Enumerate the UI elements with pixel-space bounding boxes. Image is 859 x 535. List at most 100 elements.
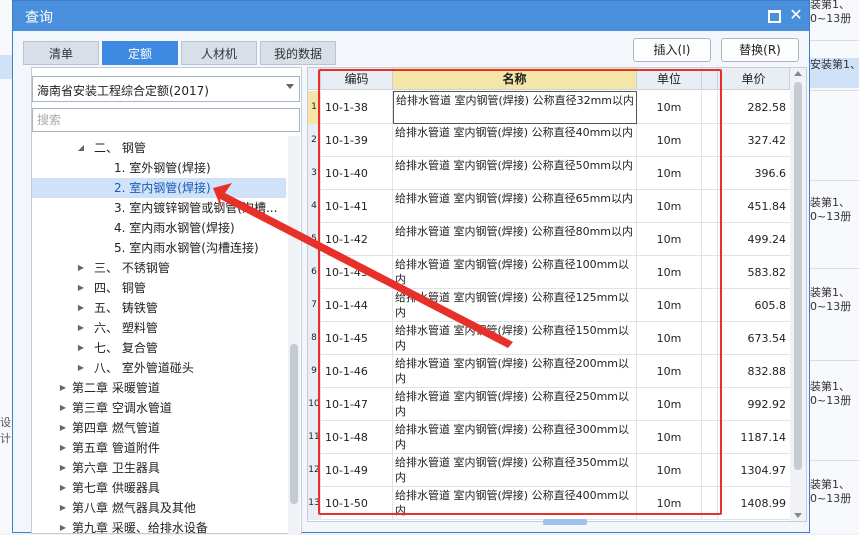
tree-node[interactable]: ▶ 第八章 燃气器具及其他: [32, 498, 286, 518]
grid-scrollbar[interactable]: [790, 68, 806, 521]
tree-node[interactable]: ▶ 三、 不锈钢管: [32, 258, 286, 278]
tree-node-label: 4. 室内雨水钢管(焊接): [114, 221, 235, 235]
tree-node-label: 三、 不锈钢管: [94, 261, 170, 275]
tree-node[interactable]: ▶ 四、 铜管: [32, 278, 286, 298]
collapse-arrow-icon[interactable]: ◢: [76, 138, 86, 158]
tree-node[interactable]: ◢ 二、 钢管: [32, 138, 286, 158]
expand-arrow-icon[interactable]: ▶: [58, 438, 68, 458]
close-icon[interactable]: ✕: [787, 5, 805, 25]
tree-scrollbar[interactable]: [288, 136, 300, 535]
tab-bill[interactable]: 清单: [23, 41, 99, 65]
row-gap: [702, 157, 718, 190]
replace-button[interactable]: 替换(R): [721, 38, 799, 62]
tree-node[interactable]: ▶ 第六章 卫生器具: [32, 458, 286, 478]
table-row[interactable]: 4 10-1-41 给排水管道 室内钢管(焊接) 公称直径65mm以内 10m 451.…: [308, 190, 790, 223]
table-row[interactable]: 8 10-1-45 给排水管道 室内钢管(焊接) 公称直径150mm以内 10m 673…: [308, 322, 790, 355]
tree-node-label: 四、 铜管: [94, 281, 146, 295]
table-row[interactable]: 13 10-1-50 给排水管道 室内钢管(焊接) 公称直径400mm以内 10m 14…: [308, 487, 790, 520]
background-row-line1: 装第1、: [810, 0, 850, 11]
row-gap: [702, 421, 718, 454]
table-row[interactable]: 12 10-1-49 给排水管道 室内钢管(焊接) 公称直径350mm以内 10m 13…: [308, 454, 790, 487]
grid-header-price[interactable]: 单价: [718, 68, 790, 90]
row-gap: [702, 190, 718, 223]
tab-my-data[interactable]: 我的数据: [260, 41, 336, 65]
background-row: 安装第1、: [810, 58, 859, 88]
tree-node[interactable]: 4. 室内雨水钢管(焊接): [32, 218, 286, 238]
row-gap: [702, 91, 718, 124]
tree-node[interactable]: ▶ 七、 复合管: [32, 338, 286, 358]
grid-header-code[interactable]: 编码: [321, 68, 393, 90]
table-row[interactable]: 6 10-1-43 给排水管道 室内钢管(焊接) 公称直径100mm以内 10m 583…: [308, 256, 790, 289]
expand-arrow-icon[interactable]: ▶: [58, 458, 68, 478]
tab-quota[interactable]: 定额: [102, 41, 178, 65]
expand-arrow-icon[interactable]: ▶: [76, 358, 86, 378]
tab-labor-material-machine[interactable]: 人材机: [181, 41, 257, 65]
row-name: 给排水管道 室内钢管(焊接) 公称直径400mm以内: [393, 487, 637, 520]
background-divider: [810, 90, 859, 91]
row-code: 10-1-40: [321, 157, 393, 190]
background-row: 装第1、 0~13册: [810, 0, 859, 28]
row-price: 1304.97: [740, 464, 787, 477]
table-row[interactable]: 3 10-1-40 给排水管道 室内钢管(焊接) 公称直径50mm以内 10m 396.…: [308, 157, 790, 190]
tree-node[interactable]: ▶ 五、 铸铁管: [32, 298, 286, 318]
library-select[interactable]: 海南省安装工程综合定额(2017): [32, 76, 300, 102]
expand-arrow-icon[interactable]: ▶: [76, 338, 86, 358]
background-selected-row: [0, 55, 12, 79]
expand-arrow-icon[interactable]: ▶: [58, 478, 68, 498]
tree-node[interactable]: 1. 室外钢管(焊接): [32, 158, 286, 178]
search-input[interactable]: [32, 108, 300, 132]
background-row-line1: 装第1、: [810, 196, 850, 209]
tree-node[interactable]: ▶ 八、 室外管道碰头: [32, 358, 286, 378]
insert-button[interactable]: 插入(I): [633, 38, 711, 62]
dialog-titlebar[interactable]: 查询 ✕: [13, 1, 809, 31]
tree-node[interactable]: ▶ 第九章 采暖、给排水设备: [32, 518, 286, 535]
table-row[interactable]: 9 10-1-46 给排水管道 室内钢管(焊接) 公称直径200mm以内 10m 832…: [308, 355, 790, 388]
expand-arrow-icon[interactable]: ▶: [58, 418, 68, 438]
table-row[interactable]: 1 10-1-38 给排水管道 室内钢管(焊接) 公称直径32mm以内 10m 282.…: [308, 91, 790, 124]
maximize-icon[interactable]: [765, 7, 781, 23]
scroll-down-icon[interactable]: [794, 513, 802, 518]
expand-arrow-icon[interactable]: ▶: [58, 518, 68, 535]
scroll-up-icon[interactable]: [794, 71, 802, 76]
splitter-handle[interactable]: [543, 519, 587, 525]
row-price: 1187.14: [740, 431, 787, 444]
tree-node[interactable]: 2. 室内钢管(焊接): [32, 178, 286, 198]
expand-arrow-icon[interactable]: ▶: [76, 278, 86, 298]
expand-arrow-icon[interactable]: ▶: [58, 398, 68, 418]
row-price: 673.54: [747, 332, 787, 345]
tree-node[interactable]: ▶ 第七章 供暖器具: [32, 478, 286, 498]
tree-scrollbar-thumb[interactable]: [290, 344, 298, 504]
quota-tree-panel: 海南省安装工程综合定额(2017) ◢ 二、 钢管 1. 室外钢管(焊接) 2. 室内…: [31, 67, 302, 535]
expand-arrow-icon[interactable]: ▶: [58, 378, 68, 398]
dialog-title: 查询: [25, 10, 53, 26]
chevron-down-icon: [286, 84, 294, 89]
tree-node[interactable]: ▶ 第四章 燃气管道: [32, 418, 286, 438]
tree-node[interactable]: ▶ 第二章 采暖管道: [32, 378, 286, 398]
background-row-line2: 0~13册: [810, 12, 852, 25]
row-unit: 10m: [637, 223, 702, 256]
table-row[interactable]: 7 10-1-44 给排水管道 室内钢管(焊接) 公称直径125mm以内 10m 605…: [308, 289, 790, 322]
expand-arrow-icon[interactable]: ▶: [76, 318, 86, 338]
grid-scrollbar-thumb[interactable]: [794, 82, 802, 470]
grid-header-unit[interactable]: 单位: [637, 68, 702, 90]
row-code: 10-1-48: [321, 421, 393, 454]
tree-node[interactable]: 3. 室内镀锌钢管或钢管(沟槽...: [32, 198, 286, 218]
row-code: 10-1-41: [321, 190, 393, 223]
row-index: 11: [308, 421, 321, 454]
expand-arrow-icon[interactable]: ▶: [76, 298, 86, 318]
grid-header-gap: [702, 68, 718, 90]
row-price: 1408.99: [740, 497, 787, 510]
tree-node[interactable]: ▶ 六、 塑料管: [32, 318, 286, 338]
table-row[interactable]: 10 10-1-47 给排水管道 室内钢管(焊接) 公称直径250mm以内 10m 99…: [308, 388, 790, 421]
table-row[interactable]: 11 10-1-48 给排水管道 室内钢管(焊接) 公称直径300mm以内 10m 11…: [308, 421, 790, 454]
table-row[interactable]: 5 10-1-42 给排水管道 室内钢管(焊接) 公称直径80mm以内 10m 499.…: [308, 223, 790, 256]
expand-arrow-icon[interactable]: ▶: [58, 498, 68, 518]
row-price: 832.88: [747, 365, 787, 378]
grid-header-name[interactable]: 名称: [393, 68, 637, 90]
table-row[interactable]: 2 10-1-39 给排水管道 室内钢管(焊接) 公称直径40mm以内 10m 327.…: [308, 124, 790, 157]
tree-node[interactable]: ▶ 第五章 管道附件: [32, 438, 286, 458]
expand-arrow-icon[interactable]: ▶: [76, 258, 86, 278]
row-index: 8: [308, 322, 321, 355]
tree-node[interactable]: ▶ 第三章 空调水管道: [32, 398, 286, 418]
tree-node[interactable]: 5. 室内雨水钢管(沟槽连接): [32, 238, 286, 258]
